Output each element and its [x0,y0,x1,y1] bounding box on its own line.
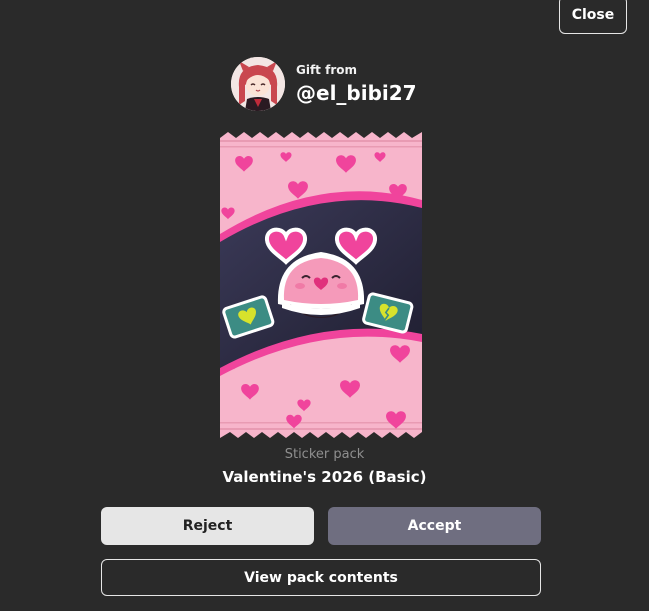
gift-dialog: Close Gift from @el_bibi27 Sticker pack … [0,0,649,611]
sender-avatar [231,57,285,111]
sticker-pack-image [220,132,422,438]
close-button[interactable]: Close [559,0,627,34]
pack-type-label: Sticker pack [284,447,365,462]
accept-button[interactable]: Accept [328,507,541,545]
gift-from-label: Gift from [296,63,357,77]
view-pack-contents-button[interactable]: View pack contents [101,559,541,596]
pack-name: Valentine's 2026 (Basic) [222,468,427,486]
sender-username: @el_bibi27 [296,81,417,105]
gift-sender-header: Gift from @el_bibi27 [231,57,417,111]
gift-text: Gift from @el_bibi27 [296,62,417,106]
reject-button[interactable]: Reject [101,507,314,545]
